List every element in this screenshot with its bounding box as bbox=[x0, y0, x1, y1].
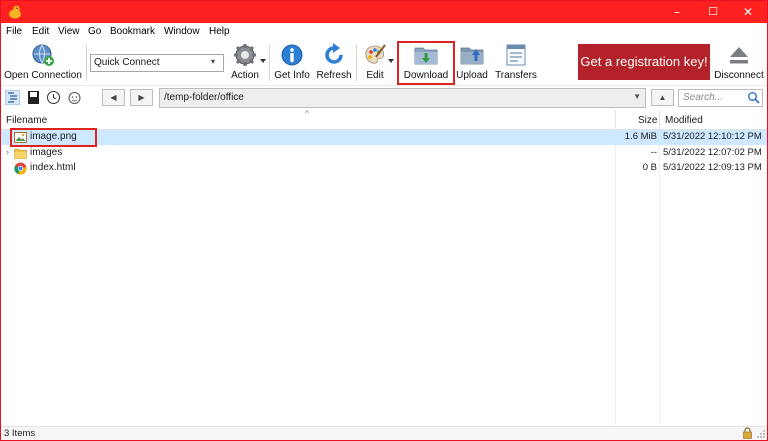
folder-icon bbox=[14, 149, 27, 159]
chevron-down-icon: ▾ bbox=[211, 57, 216, 66]
minimize-button[interactable]: – bbox=[660, 1, 694, 23]
outline-view-icon[interactable] bbox=[5, 90, 20, 105]
column-divider[interactable] bbox=[659, 110, 660, 130]
file-list-header: ^ Filename Size Modified bbox=[1, 109, 767, 130]
eject-icon bbox=[730, 47, 748, 64]
transfers-button[interactable]: Transfers bbox=[494, 41, 538, 85]
column-divider[interactable] bbox=[615, 110, 616, 130]
caret-down-icon bbox=[260, 59, 266, 63]
transfers-list-icon bbox=[506, 44, 526, 66]
column-size[interactable]: Size bbox=[638, 115, 657, 126]
search-placeholder: Search... bbox=[683, 92, 724, 103]
bonjour-icon[interactable] bbox=[67, 90, 82, 105]
disconnect-label: Disconnect bbox=[714, 70, 764, 81]
file-modified: 5/31/2022 12:07:02 PM bbox=[663, 147, 762, 158]
path-bar: ◀ ▶ /temp-folder/office ▼ ▲ Search... bbox=[1, 85, 767, 109]
open-connection-button[interactable]: Open Connection bbox=[3, 41, 83, 85]
item-count: 3 Items bbox=[4, 428, 36, 439]
sort-indicator-icon: ^ bbox=[305, 109, 309, 118]
path-value: /temp-folder/office bbox=[164, 92, 244, 103]
file-row[interactable]: › images -- 5/31/2022 12:07:02 PM bbox=[1, 146, 767, 161]
edit-label: Edit bbox=[366, 70, 384, 81]
lock-icon bbox=[743, 427, 752, 439]
quick-connect-value: Quick Connect bbox=[94, 57, 160, 68]
action-label: Action bbox=[231, 70, 259, 81]
close-button[interactable]: ✕ bbox=[731, 1, 765, 23]
parent-directory-button[interactable]: ▲ bbox=[651, 89, 674, 106]
menu-go[interactable]: Go bbox=[88, 26, 101, 37]
open-connection-label: Open Connection bbox=[4, 70, 82, 81]
file-name: images bbox=[30, 147, 63, 158]
file-highlight bbox=[10, 128, 97, 147]
file-size: 1.6 MiB bbox=[624, 131, 657, 142]
edit-button[interactable]: Edit bbox=[358, 41, 394, 85]
status-bar: 3 Items bbox=[1, 426, 767, 440]
refresh-label: Refresh bbox=[316, 70, 352, 81]
menu-help[interactable]: Help bbox=[209, 26, 230, 37]
path-select[interactable]: /temp-folder/office ▼ bbox=[159, 88, 646, 108]
toolbar-separator bbox=[356, 45, 357, 81]
chevron-right-icon[interactable]: › bbox=[6, 147, 9, 157]
history-icon[interactable] bbox=[46, 90, 61, 105]
column-filename[interactable]: Filename bbox=[6, 115, 47, 126]
file-name: index.html bbox=[30, 162, 76, 173]
toolbar-separator bbox=[86, 45, 87, 81]
chevron-down-icon: ▼ bbox=[633, 92, 641, 101]
transfers-label: Transfers bbox=[495, 70, 537, 81]
file-row[interactable]: image.png 1.6 MiB 5/31/2022 12:10:12 PM bbox=[1, 130, 767, 145]
upload-folder-icon bbox=[460, 47, 484, 65]
file-size: -- bbox=[650, 147, 657, 158]
upload-button[interactable]: Upload bbox=[454, 41, 490, 85]
toolbar: Open Connection Quick Connect ▾ Action G… bbox=[1, 41, 767, 85]
gear-icon bbox=[234, 44, 256, 66]
caret-down-icon bbox=[388, 59, 394, 63]
maximize-button[interactable]: ☐ bbox=[696, 1, 730, 23]
info-icon bbox=[281, 44, 303, 66]
file-modified: 5/31/2022 12:09:13 PM bbox=[663, 162, 762, 173]
menu-bar: File Edit View Go Bookmark Window Help bbox=[1, 23, 767, 42]
menu-bookmark[interactable]: Bookmark bbox=[110, 26, 155, 37]
menu-file[interactable]: File bbox=[6, 26, 22, 37]
get-info-label: Get Info bbox=[274, 70, 310, 81]
app-window: – ☐ ✕ File Edit View Go Bookmark Window … bbox=[0, 0, 768, 441]
file-row[interactable]: index.html 0 B 5/31/2022 12:09:13 PM bbox=[1, 161, 767, 176]
resize-grip-icon[interactable] bbox=[755, 427, 766, 439]
search-input[interactable]: Search... bbox=[678, 89, 763, 107]
menu-view[interactable]: View bbox=[58, 26, 80, 37]
globe-plus-icon bbox=[32, 44, 54, 66]
column-modified[interactable]: Modified bbox=[665, 115, 703, 126]
forward-button[interactable]: ▶ bbox=[130, 89, 153, 106]
get-info-button[interactable]: Get Info bbox=[273, 41, 311, 85]
back-button[interactable]: ◀ bbox=[102, 89, 125, 106]
file-size: 0 B bbox=[642, 162, 657, 173]
refresh-button[interactable]: Refresh bbox=[315, 41, 353, 85]
quick-connect-select[interactable]: Quick Connect ▾ bbox=[90, 54, 224, 72]
registration-key-button[interactable]: Get a registration key! bbox=[578, 44, 710, 80]
disconnect-button[interactable]: Disconnect bbox=[713, 41, 765, 85]
chrome-html-icon bbox=[14, 162, 27, 175]
upload-label: Upload bbox=[456, 70, 488, 81]
title-bar: – ☐ ✕ bbox=[1, 1, 767, 23]
file-modified: 5/31/2022 12:10:12 PM bbox=[663, 131, 762, 142]
paint-palette-icon bbox=[365, 44, 386, 64]
menu-edit[interactable]: Edit bbox=[32, 26, 49, 37]
refresh-icon bbox=[325, 43, 343, 64]
action-button[interactable]: Action bbox=[226, 41, 266, 85]
menu-window[interactable]: Window bbox=[164, 26, 200, 37]
search-icon bbox=[748, 92, 760, 104]
toolbar-separator bbox=[269, 45, 270, 81]
duck-app-icon bbox=[9, 5, 22, 19]
bookmarks-icon[interactable] bbox=[26, 90, 41, 105]
download-highlight bbox=[397, 41, 455, 85]
